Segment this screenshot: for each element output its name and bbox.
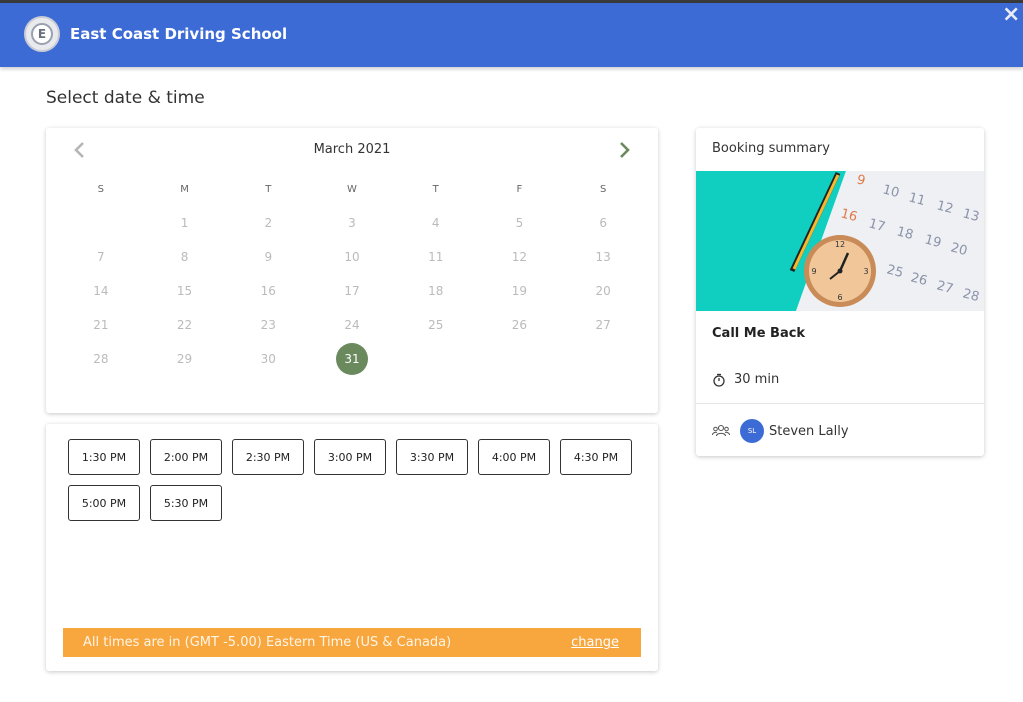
close-icon[interactable]: × — [1002, 3, 1020, 27]
time-slot-button[interactable]: 2:30 PM — [232, 439, 304, 475]
calendar-day-selected[interactable]: 31 — [310, 342, 394, 376]
service-image: 10 11 12 13 17 18 19 20 25 26 27 28 9 16… — [696, 171, 984, 311]
time-slot-button[interactable]: 5:30 PM — [150, 485, 222, 521]
calendar-day: 4 — [431, 216, 440, 230]
weekday-header: S — [599, 183, 607, 195]
calendar-day: 16 — [260, 284, 276, 298]
svg-text:9: 9 — [811, 267, 816, 276]
weekday-header: T — [432, 183, 439, 195]
calendar-day: 7 — [97, 250, 105, 264]
calendar-day: 6 — [599, 216, 607, 230]
calendar-day: 21 — [93, 318, 109, 332]
weekday-header: M — [180, 183, 189, 195]
timezone-change-link[interactable]: change — [571, 635, 619, 650]
calendar-day: 5 — [515, 216, 524, 230]
weekday-header: T — [265, 183, 272, 195]
time-slot-button[interactable]: 4:00 PM — [478, 439, 550, 475]
calendar-day: 11 — [428, 250, 444, 264]
school-logo: E — [24, 16, 60, 52]
summary-divider — [696, 403, 984, 404]
calendar-day: 2 — [264, 216, 273, 230]
calendar-day: 18 — [428, 284, 444, 298]
page-title: Select date & time — [46, 88, 205, 108]
stopwatch-icon — [713, 373, 725, 387]
staff-name: Steven Lally — [769, 423, 849, 439]
time-slot-button[interactable]: 4:30 PM — [560, 439, 632, 475]
calendar-day: 22 — [176, 318, 193, 332]
booking-summary-heading: Booking summary — [712, 141, 830, 156]
calendar-day: 24 — [344, 318, 360, 332]
svg-text:3: 3 — [863, 267, 868, 276]
calendar-day: 28 — [93, 352, 109, 366]
calendar-day: 12 — [511, 250, 528, 264]
calendar-card: March 2021 S M T W T F S 1 2 3 4 5 6 7 8 9 10 11 12 13 14 15 1… — [46, 128, 658, 413]
calendar-day: 19 — [511, 284, 528, 298]
calendar-grid: S M T W T F S 1 2 3 4 5 6 7 8 9 10 11 12 13 14 15 16 17 18 19 20 21… — [59, 172, 645, 376]
chevron-right-icon[interactable] — [614, 138, 634, 162]
timezone-text: All times are in (GMT -5.00) Eastern Tim… — [83, 635, 452, 650]
time-slot-button[interactable]: 3:00 PM — [314, 439, 386, 475]
calendar-day: 26 — [511, 318, 528, 332]
calendar-day: 3 — [348, 216, 356, 230]
calendar-day: 20 — [595, 284, 611, 298]
app-title: East Coast Driving School — [70, 25, 288, 43]
service-name: Call Me Back — [712, 326, 806, 341]
duration-text: 30 min — [734, 372, 780, 387]
calendar-day: 10 — [344, 250, 360, 264]
time-slot-button[interactable]: 2:00 PM — [150, 439, 222, 475]
calendar-day: 17 — [344, 284, 360, 298]
staff-row: SL Steven Lally — [712, 419, 849, 443]
weekday-header: W — [347, 183, 357, 195]
time-slot-list: 1:30 PM 2:00 PM 2:30 PM 3:00 PM 3:30 PM 4:00 … — [68, 439, 648, 521]
people-icon — [712, 424, 730, 437]
timezone-bar: All times are in (GMT -5.00) Eastern Tim… — [63, 628, 641, 657]
selected-day-label[interactable]: 31 — [335, 343, 368, 375]
weekday-header: F — [516, 183, 523, 195]
calendar-day: 8 — [180, 250, 189, 264]
booking-summary-card: Booking summary 10 11 12 13 17 18 19 20 … — [696, 128, 984, 456]
time-slot-button[interactable]: 1:30 PM — [68, 439, 140, 475]
time-slot-button[interactable]: 3:30 PM — [396, 439, 468, 475]
calendar-day: 29 — [176, 352, 193, 366]
calendar-day: 23 — [260, 318, 276, 332]
svg-text:12: 12 — [835, 240, 845, 249]
duration-row: 30 min — [712, 372, 779, 387]
app-header: E East Coast Driving School — [0, 3, 1023, 67]
calendar-day: 9 — [264, 250, 273, 264]
weekday-header: S — [97, 183, 105, 195]
time-slot-button[interactable]: 5:00 PM — [68, 485, 140, 521]
calendar-empty-cell — [59, 206, 143, 240]
calendar-day: 14 — [93, 284, 109, 298]
calendar-day: 13 — [595, 250, 611, 264]
calendar-day: 27 — [595, 318, 611, 332]
staff-avatar: SL — [740, 419, 764, 443]
calendar-day: 1 — [180, 216, 189, 230]
calendar-day: 25 — [428, 318, 444, 332]
calendar-day: 15 — [176, 284, 193, 298]
logo-mark: E — [31, 23, 53, 45]
time-slots-card: 1:30 PM 2:00 PM 2:30 PM 3:00 PM 3:30 PM 4:00 … — [46, 424, 658, 671]
svg-text:6: 6 — [837, 293, 842, 302]
month-label: March 2021 — [313, 142, 391, 157]
calendar-day: 30 — [260, 352, 276, 366]
